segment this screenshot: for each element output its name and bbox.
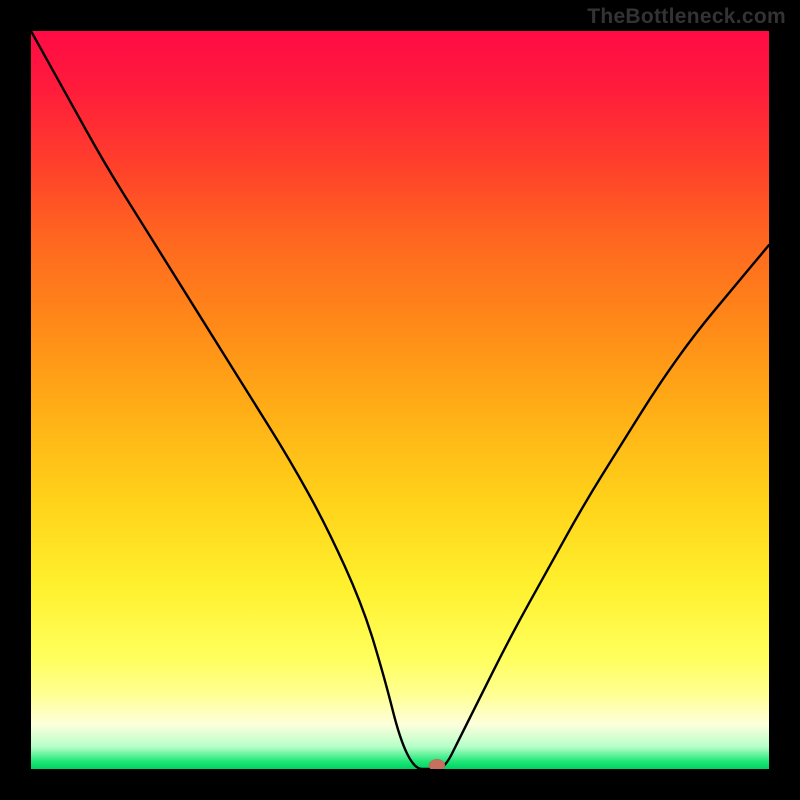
plot-area [31, 31, 769, 769]
curve-line [31, 31, 769, 769]
minimum-marker [429, 759, 445, 769]
chart-svg [31, 31, 769, 769]
watermark-text: TheBottleneck.com [587, 5, 786, 29]
chart-frame: TheBottleneck.com [0, 0, 800, 800]
